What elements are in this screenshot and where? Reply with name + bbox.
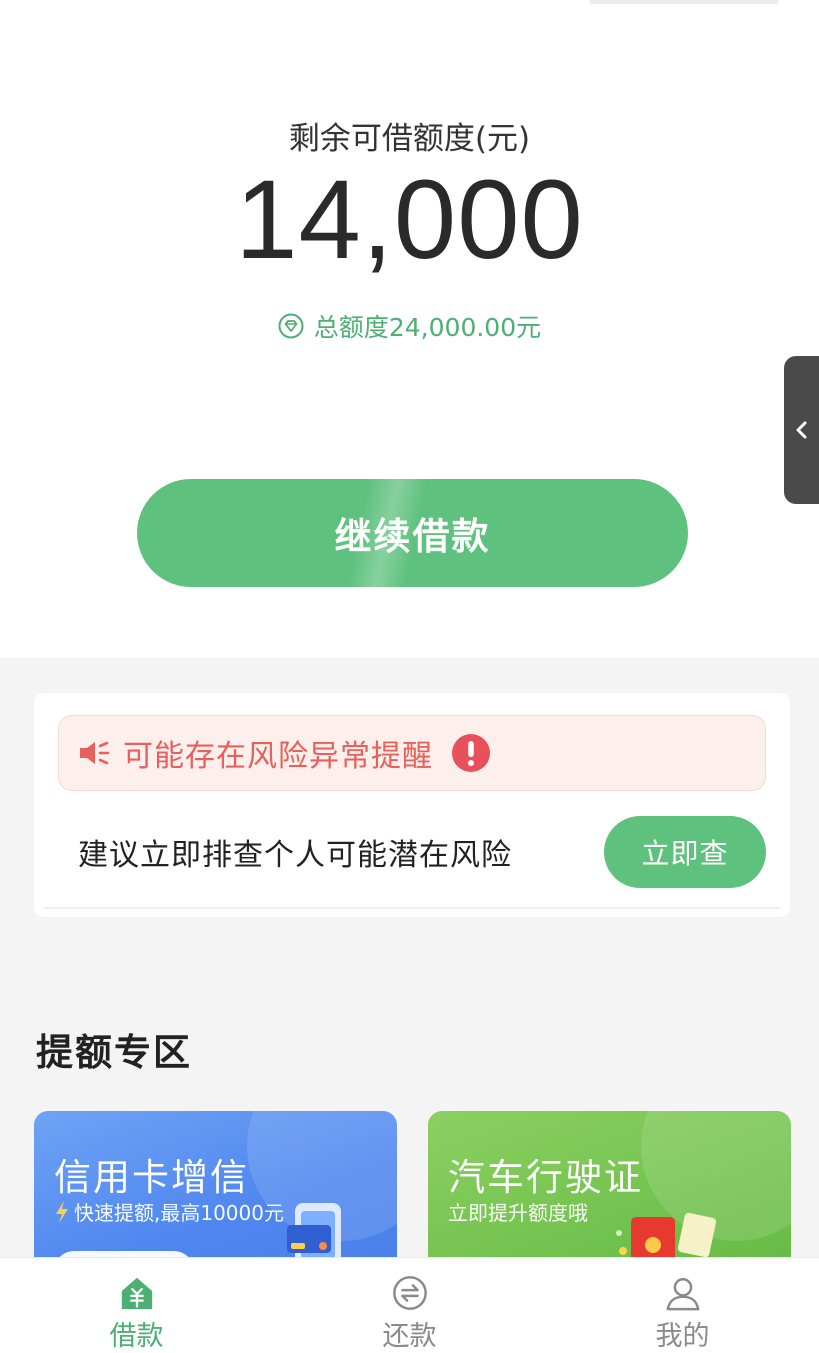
exclamation-icon bbox=[452, 734, 490, 772]
credit-overview: 剩余可借额度(元) 14,000 总额度24,000.00元 继续借款 bbox=[0, 0, 819, 658]
diamond-icon bbox=[278, 313, 304, 339]
vehicle-license-boost-subtitle-row: 立即提升额度哦 bbox=[448, 1197, 588, 1226]
risk-alert-banner[interactable]: 可能存在风险异常提醒 bbox=[58, 715, 766, 791]
credit-card-boost-card[interactable]: 信用卡增信 快速提额,最高10000元 bbox=[34, 1111, 397, 1281]
repay-exchange-icon bbox=[392, 1276, 427, 1310]
tab-repay[interactable]: 还款 bbox=[273, 1258, 546, 1353]
bottom-tab-bar: 借款 还款 我的 bbox=[0, 1257, 819, 1353]
speaker-icon bbox=[80, 741, 110, 765]
divider bbox=[44, 907, 780, 909]
home-yuan-icon bbox=[121, 1277, 152, 1310]
risk-alert-text: 可能存在风险异常提醒 bbox=[123, 739, 433, 774]
chevron-left-icon bbox=[796, 421, 806, 439]
side-drawer-tab[interactable] bbox=[784, 356, 819, 504]
continue-borrow-button[interactable]: 继续借款 bbox=[137, 479, 688, 587]
check-now-button[interactable]: 立即查 bbox=[604, 816, 766, 888]
risk-notice-card: 可能存在风险异常提醒 建议立即排查个人可能潜在风险 立即查 bbox=[34, 693, 790, 917]
credit-card-boost-title: 信用卡增信 bbox=[54, 1156, 249, 1199]
credit-card-boost-subtitle-row: 快速提额,最高10000元 bbox=[54, 1197, 284, 1226]
tab-mine-label: 我的 bbox=[655, 1321, 710, 1352]
boost-section-title: 提额专区 bbox=[36, 1031, 192, 1074]
remaining-credit-label: 剩余可借额度(元) bbox=[288, 121, 531, 157]
total-credit-row: 总额度24,000.00元 bbox=[0, 308, 819, 344]
remaining-credit-amount: 14,000 bbox=[235, 157, 584, 282]
continue-borrow-label: 继续借款 bbox=[334, 515, 491, 558]
tab-mine[interactable]: 我的 bbox=[546, 1258, 819, 1353]
user-icon bbox=[666, 1277, 699, 1311]
lightning-icon bbox=[56, 1200, 68, 1223]
tab-borrow[interactable]: 借款 bbox=[0, 1258, 273, 1353]
total-credit-text: 总额度24,000.00元 bbox=[313, 313, 542, 342]
vehicle-license-boost-subtitle: 立即提升额度哦 bbox=[448, 1201, 588, 1225]
credit-card-boost-subtitle: 快速提额,最高10000元 bbox=[74, 1201, 284, 1225]
vehicle-license-boost-card[interactable]: 汽车行驶证 立即提升额度哦 bbox=[428, 1111, 791, 1281]
vehicle-license-boost-title: 汽车行驶证 bbox=[448, 1156, 643, 1199]
status-bar-hint bbox=[589, 0, 779, 4]
tab-repay-label: 还款 bbox=[382, 1321, 437, 1352]
risk-description: 建议立即排查个人可能潜在风险 bbox=[78, 838, 512, 873]
tab-borrow-label: 借款 bbox=[109, 1321, 164, 1352]
